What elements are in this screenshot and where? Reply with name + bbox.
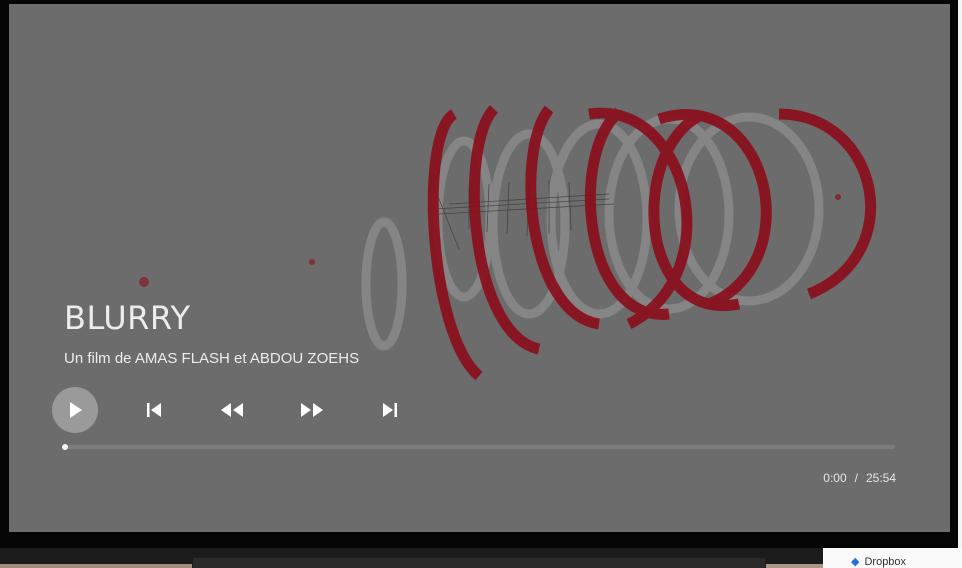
video-title: BLURRY	[64, 299, 191, 337]
seek-bar[interactable]	[62, 444, 895, 450]
time-separator: /	[854, 471, 858, 485]
background-page-strip	[958, 0, 962, 568]
duration: 25:54	[865, 471, 896, 485]
video-frame-artwork	[139, 105, 877, 381]
rewind-icon	[221, 403, 243, 417]
background-page: ◆ Dropbox	[0, 548, 962, 568]
dropbox-label: Dropbox	[864, 556, 907, 568]
fast-forward-button[interactable]	[289, 387, 335, 433]
time-display: 0:00 / 25:54	[823, 471, 896, 485]
dropbox-link[interactable]: ◆ Dropbox	[851, 555, 906, 568]
background-bar	[193, 558, 765, 568]
rewind-button[interactable]	[209, 387, 255, 433]
next-button[interactable]	[367, 387, 413, 433]
current-time: 0:00	[823, 471, 847, 485]
dropbox-icon: ◆	[851, 556, 860, 568]
fast-forward-icon	[301, 403, 323, 417]
video-subtitle: Un film de AMAS FLASH et ABDOU ZOEHS	[64, 350, 360, 367]
background-thumbnail	[0, 564, 192, 568]
play-button[interactable]	[52, 387, 98, 433]
background-thumbnail	[766, 564, 823, 568]
video-player[interactable]: BLURRY Un film de AMAS FLASH et ABDOU ZO…	[9, 4, 950, 532]
seek-bar-handle[interactable]	[62, 444, 68, 450]
skip-next-icon	[383, 403, 397, 417]
previous-button[interactable]	[131, 387, 177, 433]
play-icon	[70, 402, 82, 418]
skip-previous-icon	[147, 403, 161, 417]
